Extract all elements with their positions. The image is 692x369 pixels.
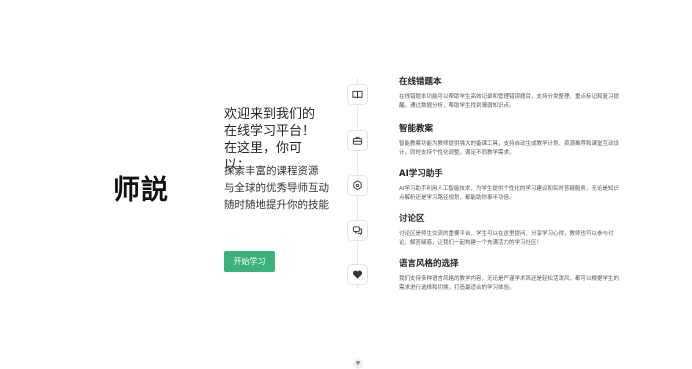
- heart-icon: [347, 264, 368, 285]
- section-desc: 讨论区是师生交流的重要平台，学生可以在这里提问、分享学习心得，教师也可以参与讨论…: [399, 231, 614, 246]
- feature-item: 随时随地提升你的技能: [224, 199, 329, 211]
- briefcase-icon: [347, 130, 368, 151]
- feature-section: 智能教案 智能教案功能为教师提供强大的备课工具，支持自动生成教学计划、资源推荐和…: [399, 122, 621, 158]
- section-desc: 智能教案功能为教师提供强大的备课工具，支持自动生成教学计划、资源推荐和课堂互动设…: [399, 141, 620, 156]
- feature-list: 探索丰富的课程资源 与全球的优秀导师互动 随时随地提升你的技能: [224, 164, 334, 215]
- chat-icon: [347, 220, 368, 241]
- ai-icon: [347, 175, 368, 196]
- section-title: 智能教案: [399, 124, 434, 134]
- section-title: 语言风格的选择: [399, 259, 459, 269]
- section-title: AI学习助手: [399, 169, 443, 179]
- feature-section: AI学习助手 AI学习助手利用人工智能技术，为学生提供个性化的学习建议和实时答疑…: [399, 167, 621, 203]
- section-desc: 在线错题本功能可以帮助学生高效记录和管理错误题目，支持分类整理、重点标记和复习提…: [399, 94, 620, 109]
- section-desc: 我们支持多种语言风格的教学内容，无论是严谨学术风还是轻松活泼风，都可以根据学生的…: [399, 276, 620, 291]
- feature-item: 探索丰富的课程资源: [224, 165, 319, 177]
- chevron-down-icon[interactable]: ▼: [353, 359, 363, 369]
- start-learning-button[interactable]: 开始学习: [224, 251, 275, 272]
- book-icon: [347, 84, 368, 105]
- brand-logo: 师説: [113, 175, 169, 206]
- feature-section: 讨论区 讨论区是师生交流的重要平台，学生可以在这里提问、分享学习心得，教师也可以…: [399, 212, 621, 248]
- section-title: 讨论区: [399, 214, 425, 224]
- section-title: 在线错题本: [399, 77, 442, 87]
- feature-item: 与全球的优秀导师互动: [224, 182, 329, 194]
- section-desc: AI学习助手利用人工智能技术，为学生提供个性化的学习建议和实时答疑服务，无论是知…: [399, 186, 619, 201]
- feature-section: 语言风格的选择 我们支持多种语言风格的教学内容，无论是严谨学术风还是轻松活泼风，…: [399, 257, 621, 293]
- feature-section: 在线错题本 在线错题本功能可以帮助学生高效记录和管理错误题目，支持分类整理、重点…: [399, 75, 621, 111]
